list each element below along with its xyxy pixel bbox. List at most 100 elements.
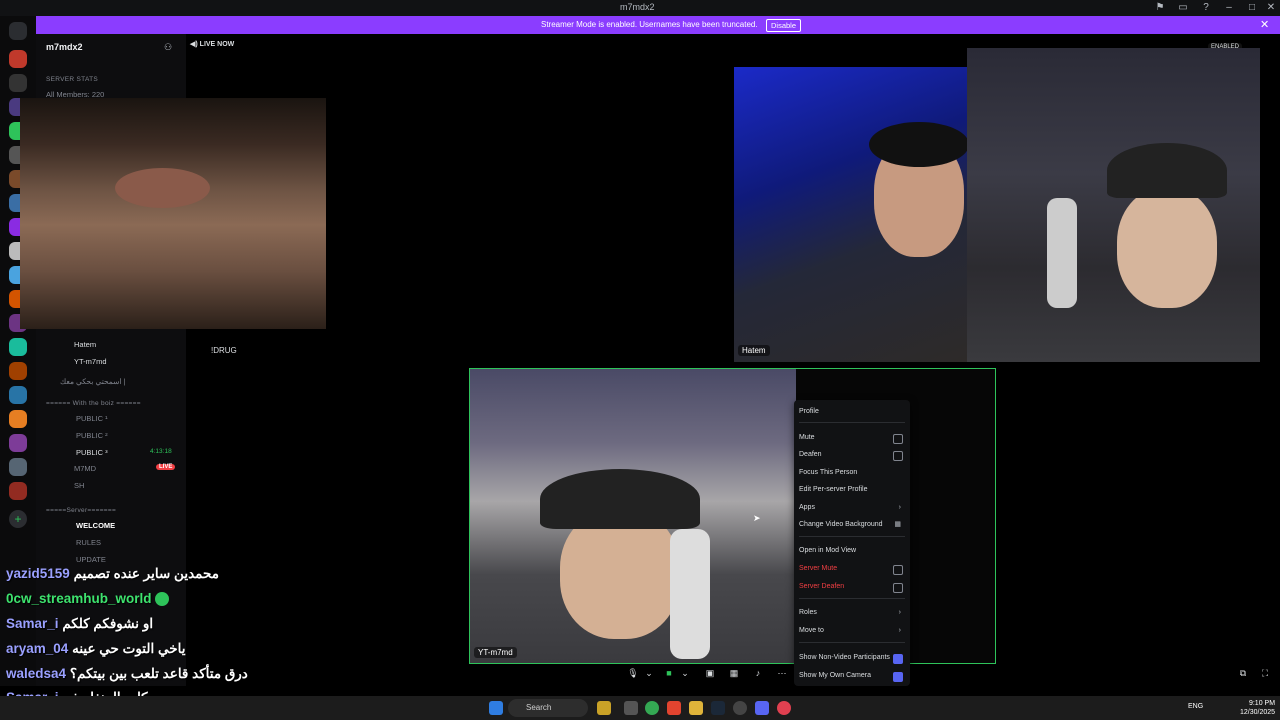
menu-server-deafen[interactable]: Server Deafen	[799, 580, 905, 594]
background-icon: ▦	[894, 521, 901, 528]
maximize-icon[interactable]: □	[1245, 2, 1259, 13]
menu-mute[interactable]: Mute	[799, 431, 905, 445]
live-badge: LIVE	[156, 464, 176, 470]
add-server-icon[interactable]: +	[9, 510, 27, 528]
microphone	[1047, 198, 1077, 308]
more-icon[interactable]: ⋯	[775, 668, 789, 682]
menu-profile[interactable]: Profile	[799, 405, 905, 419]
video-tile-main[interactable]: YT-m7md ➤	[469, 368, 996, 664]
server-icon[interactable]	[9, 50, 27, 68]
server-icon[interactable]	[9, 410, 27, 428]
language-indicator[interactable]: ENG	[1188, 703, 1203, 710]
menu-server-mute[interactable]: Server Mute	[799, 562, 905, 576]
voice-user-hatem[interactable]: Hatem	[74, 340, 96, 349]
user-context-menu: Profile Mute Deafen Focus This Person Ed…	[794, 400, 910, 686]
channel-welcome[interactable]: WELCOME	[76, 521, 115, 530]
taskbar-search[interactable]: Search	[508, 699, 588, 717]
menu-label: Open in Mod View	[799, 547, 857, 554]
server-name[interactable]: m7mdx2	[46, 42, 83, 52]
steam-icon[interactable]	[711, 701, 725, 715]
microphone-icon[interactable]: 🎙	[626, 668, 640, 682]
person-face	[1117, 188, 1217, 308]
task-view-icon[interactable]	[624, 701, 638, 715]
menu-label: Mute	[799, 434, 815, 441]
discord-home-icon[interactable]	[9, 22, 27, 40]
disable-button[interactable]: Disable	[766, 19, 802, 32]
server-stats-category[interactable]: SERVER STATS	[46, 76, 98, 83]
checkbox[interactable]	[893, 434, 903, 444]
file-explorer-icon[interactable]	[689, 701, 703, 715]
menu-label: Change Video Background	[799, 521, 883, 528]
checkbox-checked[interactable]	[893, 672, 903, 682]
microphone	[670, 529, 710, 659]
chrome-icon[interactable]	[645, 701, 659, 715]
menu-show-non-video[interactable]: Show Non-Video Participants	[799, 651, 905, 665]
server-icon[interactable]	[9, 482, 27, 500]
channel-rules[interactable]: RULES	[76, 538, 101, 547]
chevron-down-icon[interactable]: ⌄	[678, 668, 692, 682]
checkbox[interactable]	[893, 565, 903, 575]
checkbox[interactable]	[893, 451, 903, 461]
voice-user-sh[interactable]: SH	[74, 481, 84, 490]
inbox-icon[interactable]: ⚑	[1153, 2, 1167, 13]
fullscreen-icon[interactable]: ⛶	[1258, 668, 1272, 682]
menu-apps[interactable]: Apps ›	[799, 501, 905, 515]
category-server[interactable]: =====Server=======	[46, 507, 116, 514]
checkbox-checked[interactable]	[893, 654, 903, 664]
menu-change-bg[interactable]: Change Video Background ▦	[799, 518, 905, 532]
screenshare-icon[interactable]: ▣	[703, 668, 717, 682]
chat-message: محمدين ساير عنده تصميم	[73, 566, 219, 581]
checkbox[interactable]	[893, 583, 903, 593]
channel-public-1[interactable]: PUBLIC ¹	[76, 414, 108, 423]
monitor-icon[interactable]: ▭	[1176, 2, 1190, 13]
overlay-face-image	[20, 98, 326, 329]
menu-label: Apps	[799, 504, 815, 511]
server-icon[interactable]	[9, 74, 27, 92]
close-icon[interactable]: ✕	[1264, 2, 1278, 13]
voice-user-ytm7md[interactable]: YT-m7md	[74, 357, 107, 366]
menu-label: Roles	[799, 609, 817, 616]
voice-user-m7md[interactable]: M7MD	[74, 464, 96, 473]
banner-close-icon[interactable]: ✕	[1260, 18, 1269, 31]
brave-icon[interactable]	[667, 701, 681, 715]
server-icon[interactable]	[9, 386, 27, 404]
chevron-down-icon[interactable]: ⌄	[642, 668, 656, 682]
windows-taskbar: Search ENG 9:10 PM 12/30/2025	[0, 696, 1280, 720]
server-icon[interactable]	[9, 458, 27, 476]
menu-roles[interactable]: Roles ›	[799, 606, 905, 620]
invite-icon[interactable]: ⚇	[164, 42, 172, 53]
menu-deafen[interactable]: Deafen	[799, 448, 905, 462]
server-icon[interactable]	[9, 362, 27, 380]
menu-show-own-camera[interactable]: Show My Own Camera	[799, 669, 905, 683]
voice-channel-arabic[interactable]: اسمحتي بحكي معك |	[60, 377, 126, 386]
windows-start-icon[interactable]	[489, 701, 503, 715]
discord-taskbar-icon[interactable]	[755, 701, 769, 715]
channel-public-3[interactable]: PUBLIC ³	[76, 448, 108, 457]
help-icon[interactable]: ?	[1199, 2, 1213, 13]
minimize-icon[interactable]: –	[1222, 2, 1236, 13]
video-tile-hatem[interactable]: Hatem	[734, 67, 982, 362]
video-tile-right[interactable]	[967, 48, 1260, 362]
app-icon[interactable]	[777, 701, 791, 715]
server-icon[interactable]	[9, 434, 27, 452]
channel-update[interactable]: UPDATE	[76, 555, 106, 564]
server-icon[interactable]	[9, 338, 27, 356]
app-icon[interactable]	[733, 701, 747, 715]
menu-focus[interactable]: Focus This Person	[799, 466, 905, 480]
popout-icon[interactable]: ⧉	[1236, 668, 1250, 682]
channel-public-2[interactable]: PUBLIC ²	[76, 431, 108, 440]
menu-label: Show Non-Video Participants	[799, 654, 890, 661]
menu-edit-profile[interactable]: Edit Per-server Profile	[799, 483, 905, 497]
soundboard-icon[interactable]: ♪	[751, 668, 765, 682]
camera-icon[interactable]: ■	[662, 668, 676, 682]
emote-icon	[155, 592, 170, 607]
menu-move-to[interactable]: Move to ›	[799, 624, 905, 638]
tile-name-hatem: Hatem	[738, 345, 770, 356]
activities-icon[interactable]: ▦	[727, 668, 741, 682]
taskbar-clock[interactable]: 9:10 PM 12/30/2025	[1240, 699, 1275, 717]
widgets-icon[interactable]	[597, 701, 611, 715]
chat-user: yazid5159	[6, 566, 70, 581]
tile-name-ytm7md: YT-m7md	[474, 647, 517, 658]
menu-open-mod[interactable]: Open in Mod View	[799, 544, 905, 558]
category-boiz[interactable]: ====== With the boiz ======	[46, 400, 141, 407]
